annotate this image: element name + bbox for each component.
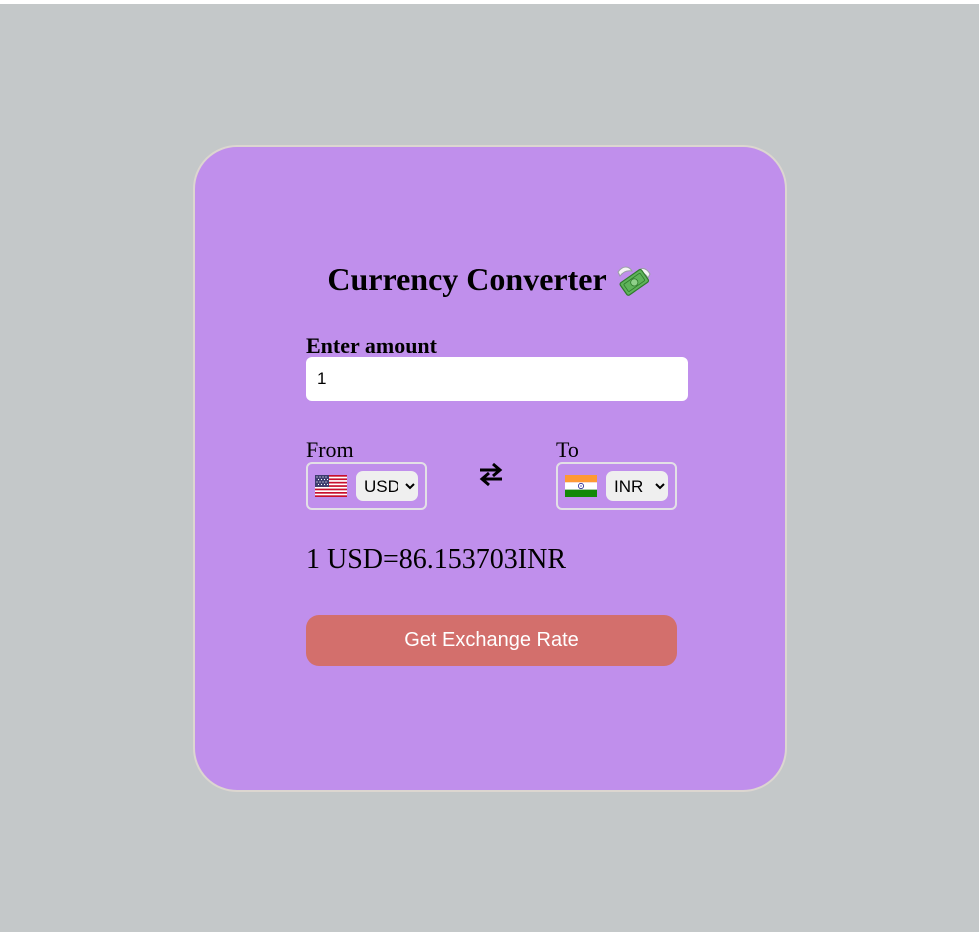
to-currency-select[interactable]: INR [606,471,668,501]
amount-label: Enter amount [306,333,437,358]
from-label: From [306,437,354,462]
amount-input[interactable] [306,357,688,401]
us-flag-icon [315,475,347,497]
india-flag-icon [565,475,597,497]
page-title: Currency Converter [195,261,785,297]
exchange-rate-result: 1 USD=86.153703INR [306,544,567,575]
title-text: Currency Converter [327,261,607,297]
from-currency-select[interactable]: USD [356,471,418,501]
to-currency-container: INR [556,462,677,510]
get-exchange-rate-button[interactable]: Get Exchange Rate [306,615,677,666]
money-with-wings-icon [617,266,651,296]
converter-card: Currency Converter Enter amount From [193,145,787,792]
swap-arrows-icon[interactable] [478,461,504,487]
from-currency-container: USD [306,462,427,510]
to-label: To [556,437,579,462]
